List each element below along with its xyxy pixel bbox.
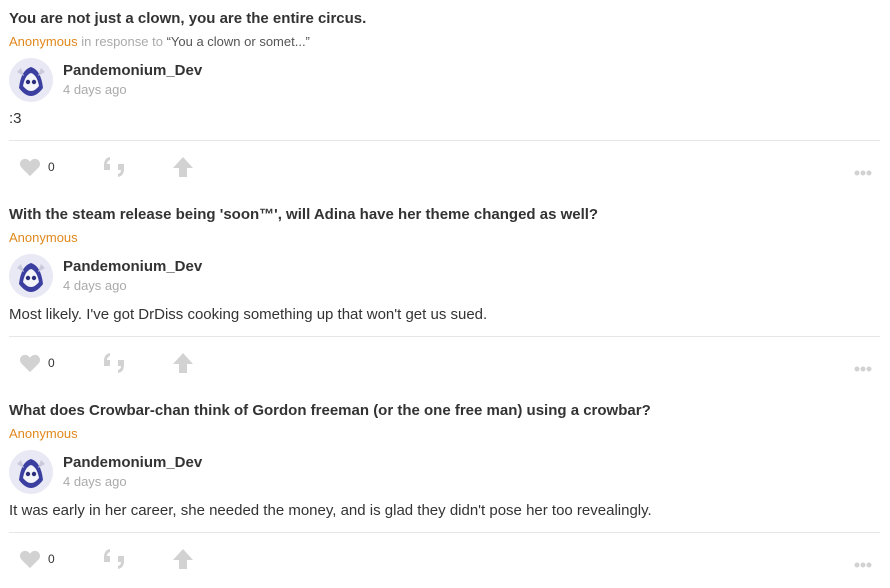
timestamp: 4 days ago [63, 474, 127, 489]
question-text: You are not just a clown, you are the en… [9, 10, 367, 27]
asker-name[interactable]: Anonymous [9, 230, 78, 245]
quoted-text[interactable]: “You a clown or somet...” [167, 34, 310, 49]
author-name[interactable]: Pandemonium_Dev [63, 258, 202, 275]
question-text: What does Crowbar-chan think of Gordon f… [9, 402, 651, 419]
arrow-up-icon[interactable] [172, 352, 194, 379]
author-name[interactable]: Pandemonium_Dev [63, 62, 202, 79]
in-response-label: in response to [81, 34, 163, 49]
avatar[interactable] [9, 450, 53, 494]
asker-name[interactable]: Anonymous [9, 34, 78, 49]
answer-text: :3 [9, 110, 22, 127]
answer-card: With the steam release being 'soon™', wi… [0, 196, 890, 392]
answer-text: It was early in her career, she needed t… [9, 502, 652, 519]
quote-icon[interactable] [102, 156, 126, 183]
action-bar: 0 [9, 533, 880, 583]
question-meta: Anonymous [9, 426, 78, 441]
more-dots-icon[interactable] [854, 163, 872, 181]
avatar[interactable] [9, 254, 53, 298]
timestamp: 4 days ago [63, 278, 127, 293]
quote-icon[interactable] [102, 352, 126, 379]
arrow-up-icon[interactable] [172, 548, 194, 575]
question-text: With the steam release being 'soon™', wi… [9, 206, 599, 223]
question-meta: Anonymous in response to “You a clown or… [9, 34, 310, 49]
timestamp: 4 days ago [63, 82, 127, 97]
like-count: 0 [48, 552, 55, 566]
like-count: 0 [48, 356, 55, 370]
action-bar: 0 [9, 337, 880, 387]
answer-text: Most likely. I've got DrDiss cooking som… [9, 306, 488, 323]
heart-icon[interactable] [19, 549, 41, 574]
more-dots-icon[interactable] [854, 555, 872, 573]
author-name[interactable]: Pandemonium_Dev [63, 454, 202, 471]
answer-feed: You are not just a clown, you are the en… [0, 0, 890, 588]
like-count: 0 [48, 160, 55, 174]
quote-icon[interactable] [102, 548, 126, 575]
action-bar: 0 [9, 141, 880, 191]
answer-card: You are not just a clown, you are the en… [0, 0, 890, 196]
heart-icon[interactable] [19, 353, 41, 378]
avatar[interactable] [9, 58, 53, 102]
more-dots-icon[interactable] [854, 359, 872, 377]
asker-name[interactable]: Anonymous [9, 426, 78, 441]
arrow-up-icon[interactable] [172, 156, 194, 183]
heart-icon[interactable] [19, 157, 41, 182]
answer-card: What does Crowbar-chan think of Gordon f… [0, 392, 890, 588]
question-meta: Anonymous [9, 230, 78, 245]
